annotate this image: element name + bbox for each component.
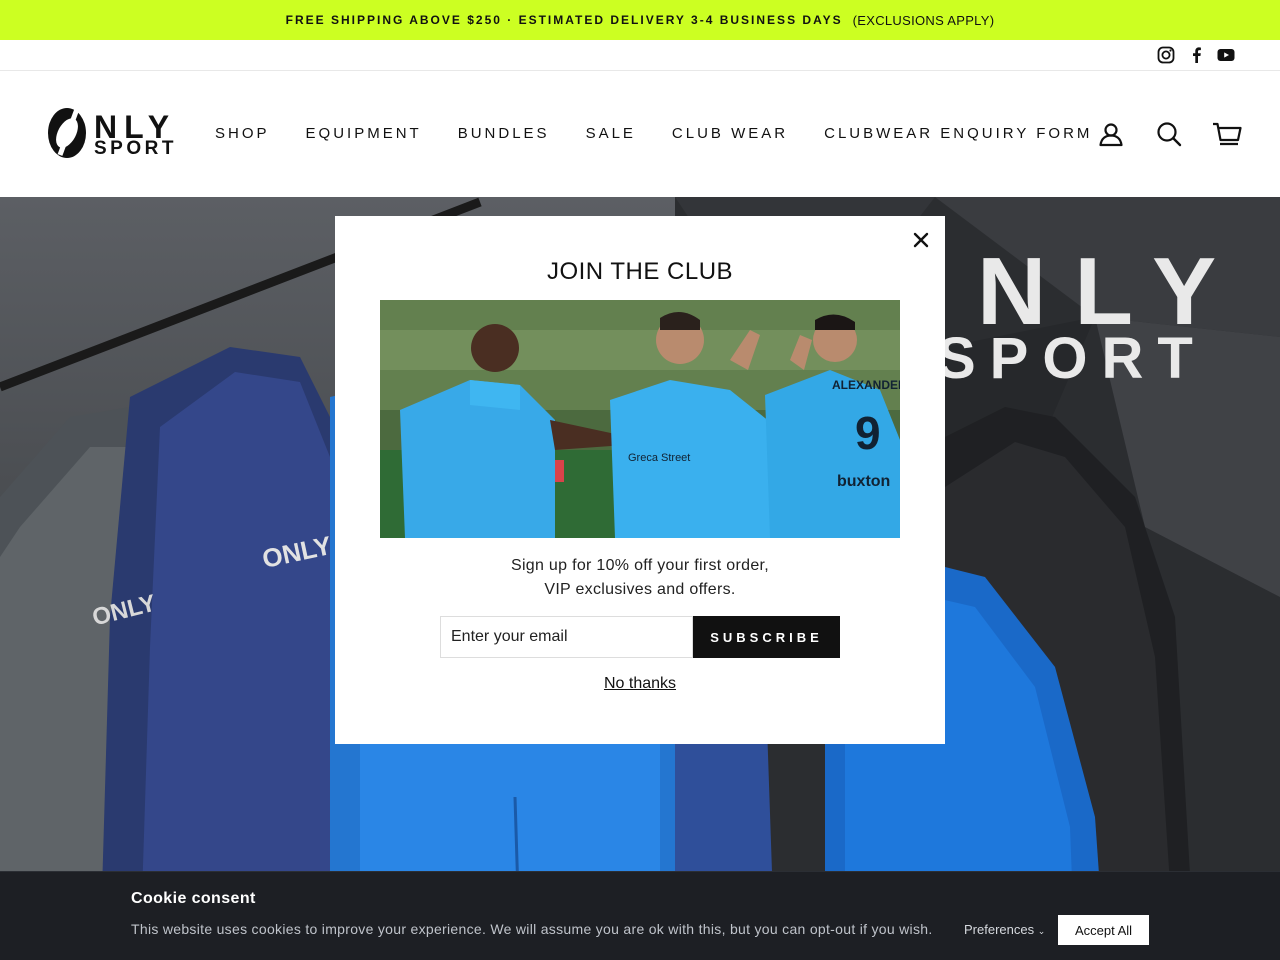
jersey-text: Greca Street [628,452,691,464]
close-icon[interactable] [909,228,933,252]
subscribe-button[interactable]: SUBSCRIBE [693,616,840,658]
announcement-subtext: (EXCLUSIONS APPLY) [852,12,995,28]
site-header: NLY SPORT SHOP EQUIPMENT BUNDLES SALE CL… [0,71,1280,197]
modal-description-line-1: Sign up for 10% off your first order, [510,557,770,574]
cookie-banner: Cookie consent This website uses cookies… [0,871,1280,960]
jersey-player-name: ALEXANDER [832,378,900,392]
nav-equipment[interactable]: EQUIPMENT [306,125,422,142]
no-thanks-link[interactable]: No thanks [335,675,945,693]
facebook-icon[interactable] [1188,46,1206,64]
announcement-bar: FREE SHIPPING ABOVE $250 · ESTIMATED DEL… [0,0,1280,40]
nav-shop[interactable]: SHOP [215,125,270,142]
youtube-icon[interactable] [1217,46,1235,64]
nav-club-wear[interactable]: CLUB WEAR [672,125,788,142]
main-nav: SHOP EQUIPMENT BUNDLES SALE CLUB WEAR CL… [215,125,1128,142]
accept-all-button[interactable]: Accept All [1058,915,1149,945]
logo-text-bottom: SPORT [94,138,177,159]
social-bar [0,40,1280,71]
modal-description-line-2: VIP exclusives and offers. [544,581,736,598]
cart-icon[interactable] [1212,121,1242,147]
modal-promo-image: Greca Street buxton ALEXANDER 9 [380,300,900,538]
search-icon[interactable] [1156,121,1182,147]
cookie-preferences-label: Preferences [964,922,1035,937]
nav-clubwear-enquiry-form[interactable]: CLUBWEAR ENQUIRY FORM [824,125,1092,142]
newsletter-modal: JOIN THE CLUB Greca Street buxton ALEXAN… [335,216,945,744]
email-field[interactable] [440,616,693,658]
user-icon[interactable] [1098,121,1124,147]
cookie-title: Cookie consent [131,890,256,907]
hero-brand-bottom: SPORT [937,326,1207,391]
cookie-description: This website uses cookies to improve you… [131,921,933,937]
chevron-down-icon: ⌄ [1037,926,1046,936]
modal-title: JOIN THE CLUB [546,258,734,285]
modal-description: Sign up for 10% off your first order, VI… [335,554,945,602]
nav-bundles[interactable]: BUNDLES [458,125,550,142]
jersey-player-number: 9 [855,407,881,459]
instagram-icon[interactable] [1157,46,1175,64]
jersey-sponsor: buxton [837,473,891,490]
nav-sale[interactable]: SALE [586,125,636,142]
logo[interactable]: NLY SPORT [46,105,176,161]
cookie-preferences-button[interactable]: Preferences ⌄ [964,922,1045,937]
announcement-text: FREE SHIPPING ABOVE $250 · ESTIMATED DEL… [285,13,843,27]
